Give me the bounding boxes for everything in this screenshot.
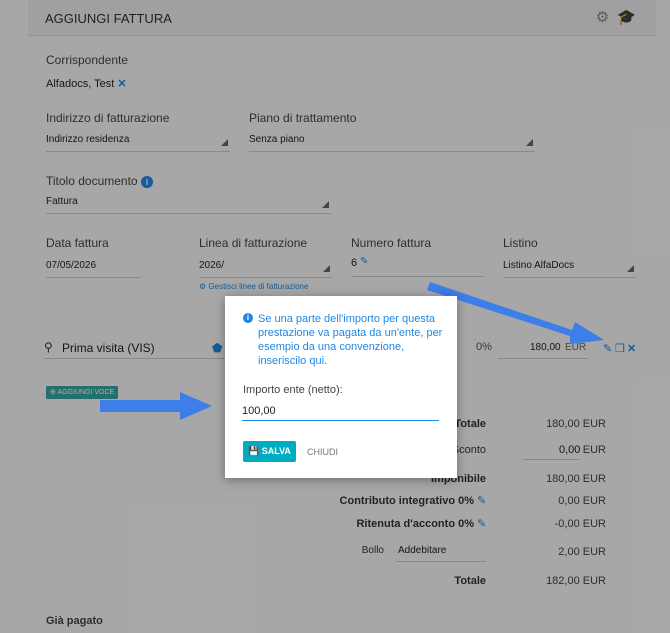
importo-ente-modal: i Se una parte dell'importo per questa p… <box>225 296 457 478</box>
close-button[interactable]: CHIUDI <box>307 447 338 457</box>
modal-message: i Se una parte dell'importo per questa p… <box>243 312 448 368</box>
importo-ente-label: Importo ente (netto): <box>243 384 343 396</box>
arrow-right-annotation <box>100 392 212 420</box>
info-icon: i <box>243 313 253 323</box>
save-button[interactable]: 💾 SALVA <box>243 441 296 462</box>
importo-ente-input[interactable] <box>242 401 439 421</box>
